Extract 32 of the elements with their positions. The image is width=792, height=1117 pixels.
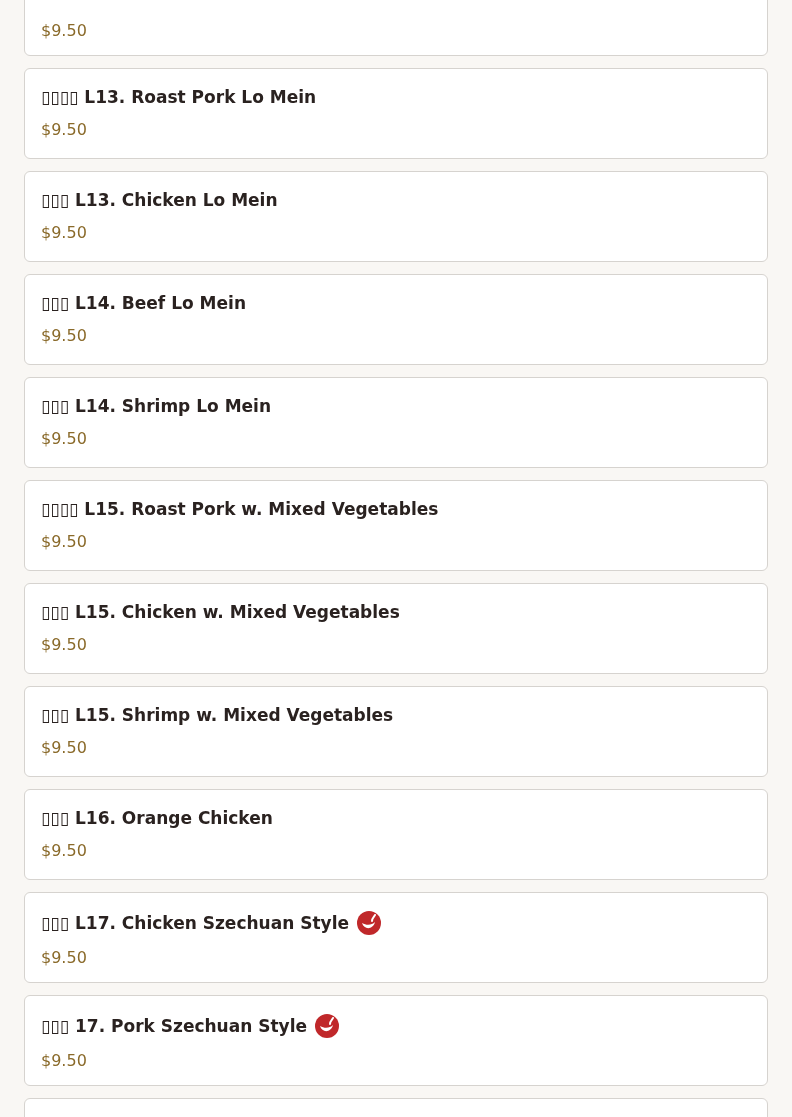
item-name: ▯▯▯ L16. Orange Chicken [41, 807, 273, 830]
item-name: ▯▯▯ L15. Chicken w. Mixed Vegetables [41, 601, 400, 624]
item-price: $9.50 [41, 326, 88, 346]
menu-card[interactable]: $9.50 [24, 0, 768, 56]
item-name: ▯▯▯ L17. Chicken Szechuan Style [41, 912, 349, 935]
item-name: ▯▯▯ L15. Shrimp w. Mixed Vegetables [41, 704, 394, 727]
menu-card[interactable]: ▯▯▯ 17. Pork Szechuan Style $9.50 [24, 995, 768, 1086]
item-price: $9.50 [41, 1051, 88, 1071]
menu-card[interactable]: ▯▯▯ L13. Chicken Lo Mein $9.50 [24, 171, 768, 262]
menu-card[interactable]: ▯▯▯ L15. Shrimp w. Mixed Vegetables $9.50 [24, 686, 768, 777]
item-price: $9.50 [41, 948, 88, 968]
item-price: $9.50 [41, 223, 88, 243]
item-name: ▯▯▯ L14. Beef Lo Mein [41, 292, 246, 315]
item-price: $9.50 [41, 120, 88, 140]
item-price: $9.50 [41, 532, 88, 552]
item-price: $9.50 [41, 21, 88, 41]
menu-card[interactable]: ▯▯▯ L16. Orange Chicken $9.50 [24, 789, 768, 880]
menu-card[interactable]: ▯▯▯▯ L15. Roast Pork w. Mixed Vegetables $9.50 [24, 480, 768, 571]
item-name: ▯▯▯ L14. Shrimp Lo Mein [41, 395, 271, 418]
item-name: ▯▯▯ 17. Pork Szechuan Style [41, 1015, 307, 1038]
menu-card[interactable]: ▯▯▯ L14. Shrimp Lo Mein $9.50 [24, 377, 768, 468]
item-name: ▯▯▯ L13. Chicken Lo Mein [41, 189, 278, 212]
menu-card[interactable]: ▯▯▯ L17. Chicken Szechuan Style $9.50 [24, 892, 768, 983]
item-price: $9.50 [41, 841, 88, 861]
item-price: $9.50 [41, 738, 88, 758]
menu-card[interactable]: ▯▯▯▯ L13. Roast Pork Lo Mein $9.50 [24, 68, 768, 159]
item-name: ▯▯▯▯ L13. Roast Pork Lo Mein [41, 86, 317, 109]
item-price: $9.50 [41, 429, 88, 449]
menu-card[interactable]: ▯▯▯ L14. Beef Lo Mein $9.50 [24, 274, 768, 365]
item-price: $9.50 [41, 635, 88, 655]
item-name: ▯▯▯▯ L15. Roast Pork w. Mixed Vegetables [41, 498, 439, 521]
menu-card[interactable]: ▯▯▯ L15. Chicken w. Mixed Vegetables $9.50 [24, 583, 768, 674]
